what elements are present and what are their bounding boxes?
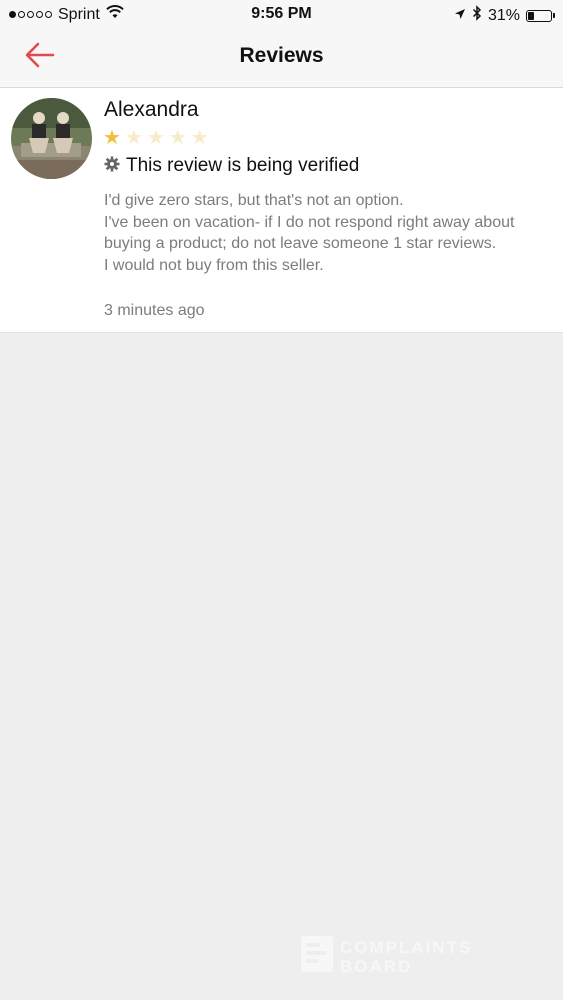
review-text-line: I would not buy from this seller.	[104, 256, 324, 274]
avatar[interactable]	[11, 98, 92, 179]
battery-percent: 31%	[487, 6, 520, 24]
verification-text: This review is being verified	[126, 155, 360, 176]
review-text-line: I'd give zero stars, but that's not an o…	[104, 192, 404, 209]
watermark-logo-icon	[300, 935, 334, 978]
bluetooth-icon	[472, 5, 482, 26]
battery-icon	[526, 9, 552, 22]
star-empty-icon: ★	[146, 127, 165, 149]
status-right: 31%	[454, 5, 555, 26]
verification-status: This review is being verified	[104, 155, 359, 177]
gear-icon	[104, 156, 120, 177]
star-empty-icon: ★	[190, 127, 209, 149]
watermark-text: COMPLAINTS BOARD	[340, 938, 472, 976]
navigation-bar: Reviews	[0, 30, 563, 88]
star-empty-icon: ★	[168, 127, 187, 149]
battery-nub	[553, 13, 555, 18]
watermark: COMPLAINTS BOARD	[300, 935, 472, 978]
review-timestamp: 3 minutes ago	[104, 302, 205, 319]
star-rating: ★ ★ ★ ★ ★	[103, 128, 209, 148]
review-body: I'd give zero stars, but that's not an o…	[104, 190, 544, 276]
star-empty-icon: ★	[124, 127, 143, 149]
review-text-line: I've been on vacation- if I do not respo…	[104, 213, 515, 253]
star-filled-icon: ★	[103, 127, 121, 149]
watermark-line: COMPLAINTS	[340, 937, 473, 957]
location-arrow-icon	[454, 7, 466, 25]
status-bar: Sprint 9:56 PM 31%	[0, 0, 563, 30]
page-title: Reviews	[239, 44, 324, 67]
watermark-line: BOARD	[340, 956, 413, 976]
battery-level	[528, 11, 534, 20]
reviewer-name: Alexandra	[104, 98, 199, 121]
review-card: Alexandra ★ ★ ★ ★ ★ This review is being…	[0, 88, 563, 333]
